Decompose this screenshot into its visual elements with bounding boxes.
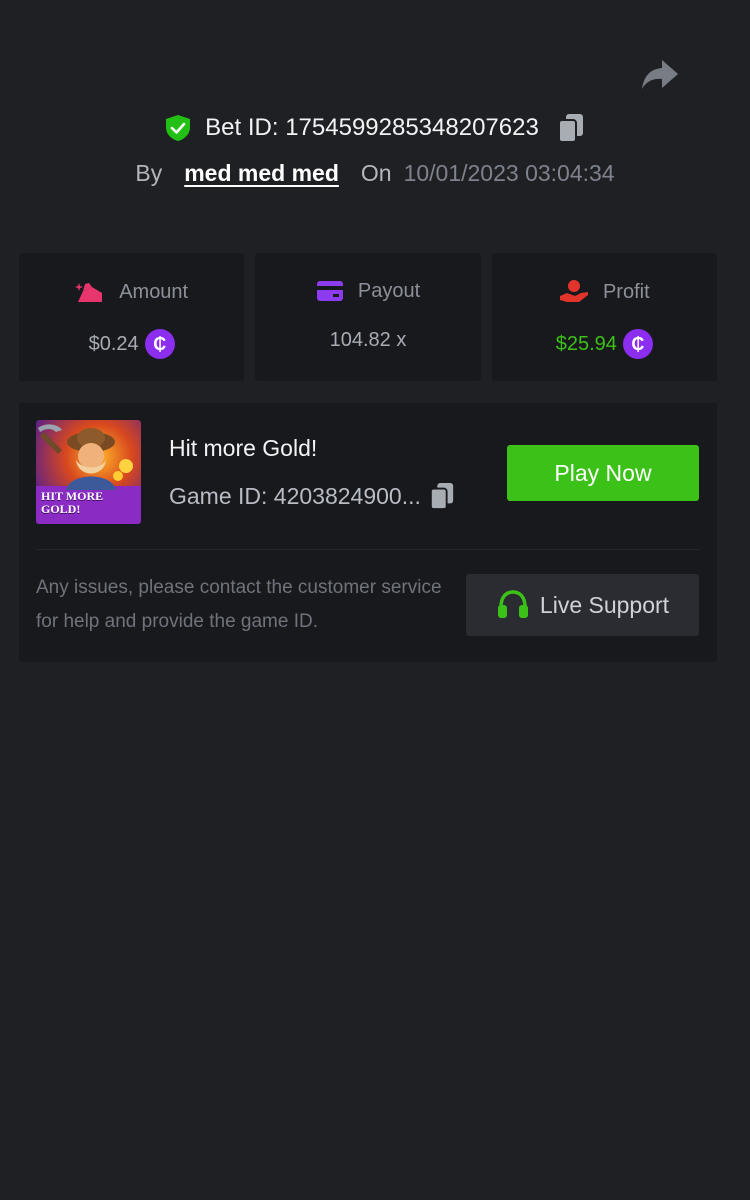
payout-stat: Payout 104.82 x	[255, 253, 481, 381]
profit-value: $25.94	[555, 332, 617, 355]
copy-icon[interactable]	[557, 112, 585, 144]
hand-coin-icon	[559, 280, 588, 302]
bet-meta-row: By med med med On 10/01/2023 03:04:34	[0, 156, 750, 190]
payout-value: 104.82 x	[329, 329, 407, 351]
thumb-text-line2: GOLD!	[41, 502, 81, 516]
payout-label: Payout	[357, 279, 421, 302]
play-now-button[interactable]: Play Now	[507, 445, 699, 501]
headset-icon	[497, 590, 528, 618]
game-id-text: Game ID: 4203824900...	[169, 482, 421, 509]
coin-icon: ₵	[144, 329, 175, 359]
on-label: On	[360, 159, 392, 186]
coin-icon: ₵	[622, 329, 653, 359]
bet-datetime: 10/01/2023 03:04:34	[403, 159, 615, 186]
by-label: By	[135, 159, 163, 186]
live-support-label: Live Support	[539, 591, 670, 618]
profit-label: Profit	[602, 280, 650, 303]
share-icon[interactable]	[640, 56, 680, 92]
game-thumbnail[interactable]: HIT MORE GOLD!	[36, 420, 141, 524]
card-divider	[36, 549, 700, 550]
amount-stat: Amount $0.24 ₵	[19, 253, 245, 381]
bet-id-text: Bet ID: 1754599285348207623	[205, 114, 539, 141]
live-support-button[interactable]: Live Support	[466, 574, 699, 636]
coin-symbol: ₵	[153, 333, 167, 354]
amount-label: Amount	[119, 280, 189, 303]
copy-icon[interactable]	[429, 481, 455, 511]
verified-shield-icon	[166, 115, 191, 141]
game-id-row: Game ID: 4203824900...	[169, 481, 455, 511]
bet-id-row: Bet ID: 1754599285348207623	[0, 110, 750, 146]
card-icon	[316, 281, 343, 301]
username-link[interactable]: med med med	[184, 160, 339, 187]
thumbnail-logo-text: HIT MORE GOLD!	[41, 490, 103, 516]
game-card: HIT MORE GOLD! Hit more Gold! Game ID: 4…	[19, 403, 717, 662]
bet-stats: Amount $0.24 ₵ Payout 104.82 x Profit $2…	[19, 253, 717, 381]
profit-stat: Profit $25.94 ₵	[491, 253, 717, 381]
money-bag-icon	[75, 283, 103, 302]
support-help-text: Any issues, please contact the customer …	[36, 577, 442, 632]
amount-value: $0.24	[88, 332, 139, 355]
game-title: Hit more Gold!	[169, 435, 318, 461]
coin-symbol: ₵	[631, 333, 645, 354]
